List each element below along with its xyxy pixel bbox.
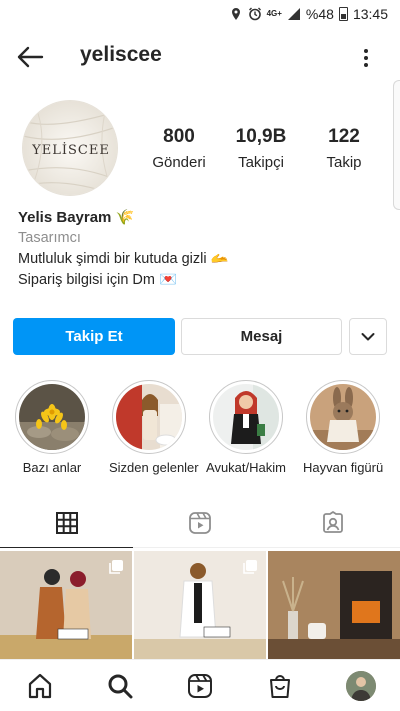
post-image <box>268 551 400 659</box>
signal-icon <box>287 8 300 20</box>
tab-posts-grid[interactable] <box>0 498 133 548</box>
message-button[interactable]: Mesaj <box>181 318 342 355</box>
svg-text:YELİSCEE: YELİSCEE <box>31 141 110 158</box>
following-count-value: 122 <box>328 126 360 147</box>
post-thumbnail[interactable] <box>268 551 400 659</box>
grid-icon <box>55 511 78 534</box>
posts-count-value: 800 <box>163 126 195 147</box>
side-panel-handle[interactable] <box>393 80 400 210</box>
highlight-ring <box>15 380 89 454</box>
highlight-label: Avukat/Hakim <box>206 460 286 475</box>
rabbit-figure-image <box>310 384 376 450</box>
followers-count-label: Takipçi <box>238 154 284 171</box>
multiple-photos-icon <box>243 560 257 574</box>
battery-icon <box>338 7 348 21</box>
status-bar: 4G+ %48 13:45 <box>0 0 400 28</box>
highlight-label: Bazı anlar <box>22 460 82 475</box>
profile-name: Yelis Bayram 🌾 <box>18 209 135 226</box>
highlight-ring <box>209 380 283 454</box>
suggested-accounts-button[interactable] <box>349 318 387 355</box>
post-thumbnail[interactable] <box>0 551 132 659</box>
highlight-cover <box>19 384 85 450</box>
story-highlight[interactable]: Sizden gelenler <box>109 380 199 475</box>
flower-image <box>19 384 85 450</box>
network-type: 4G+ <box>266 9 282 18</box>
more-options-icon[interactable] <box>356 46 376 70</box>
profile-header: yeliscee <box>0 28 400 86</box>
profile-bio: Yelis Bayram 🌾 Tasarımcı Mutluluk şimdi … <box>18 208 378 292</box>
page-title: yeliscee <box>80 43 162 66</box>
highlight-cover <box>213 384 279 450</box>
story-highlight[interactable]: Bazı anlar <box>12 380 92 475</box>
bio-line: Mutluluk şimdi bir kutuda gizli 🫴 <box>18 251 229 267</box>
story-highlight[interactable]: Avukat/Hakim <box>206 380 286 475</box>
home-icon[interactable] <box>26 672 54 700</box>
highlight-cover <box>310 384 376 450</box>
yeliscee-logo: YELİSCEE <box>23 101 117 195</box>
multiple-photos-icon <box>109 560 123 574</box>
alarm-icon <box>248 7 261 21</box>
posts-grid <box>0 551 400 659</box>
profile-avatar[interactable]: YELİSCEE <box>22 100 118 196</box>
following-count[interactable]: 122 Takip <box>299 126 389 171</box>
back-arrow-icon[interactable] <box>16 45 44 69</box>
bio-line: Sipariş bilgisi için Dm 💌 <box>18 272 178 288</box>
doll-with-gift-image <box>116 384 182 450</box>
profile-category: Tasarımcı <box>18 230 81 246</box>
battery-percent: %48 <box>305 6 334 22</box>
profile-avatar-nav[interactable] <box>346 671 376 701</box>
followers-count[interactable]: 10,9B Takipçi <box>216 126 306 171</box>
search-icon[interactable] <box>106 672 134 700</box>
bottom-navigation <box>0 659 400 711</box>
highlight-ring <box>306 380 380 454</box>
tab-reels[interactable] <box>133 498 266 548</box>
profile-tabs <box>0 498 400 548</box>
location-icon <box>231 8 240 20</box>
user-photo <box>346 671 376 701</box>
clock: 13:45 <box>352 6 388 22</box>
highlight-label: Hayvan figürü <box>303 460 384 475</box>
posts-count-label: Gönderi <box>152 154 206 171</box>
tagged-person-icon <box>322 511 343 533</box>
shop-icon[interactable] <box>266 672 294 700</box>
posts-count[interactable]: 800 Gönderi <box>134 126 224 171</box>
highlight-ring <box>112 380 186 454</box>
tab-tagged[interactable] <box>266 498 399 548</box>
post-thumbnail[interactable] <box>134 551 266 659</box>
chevron-down-icon <box>361 332 375 340</box>
reels-icon[interactable] <box>186 672 214 700</box>
story-highlight[interactable]: Hayvan figürü <box>303 380 383 475</box>
highlight-label: Sizden gelenler <box>109 460 199 475</box>
followers-count-value: 10,9B <box>235 126 287 147</box>
highlight-cover <box>116 384 182 450</box>
follow-button[interactable]: Takip Et <box>13 318 175 355</box>
following-count-label: Takip <box>326 154 362 171</box>
lawyer-doll-image <box>213 384 279 450</box>
reels-icon <box>188 512 211 534</box>
